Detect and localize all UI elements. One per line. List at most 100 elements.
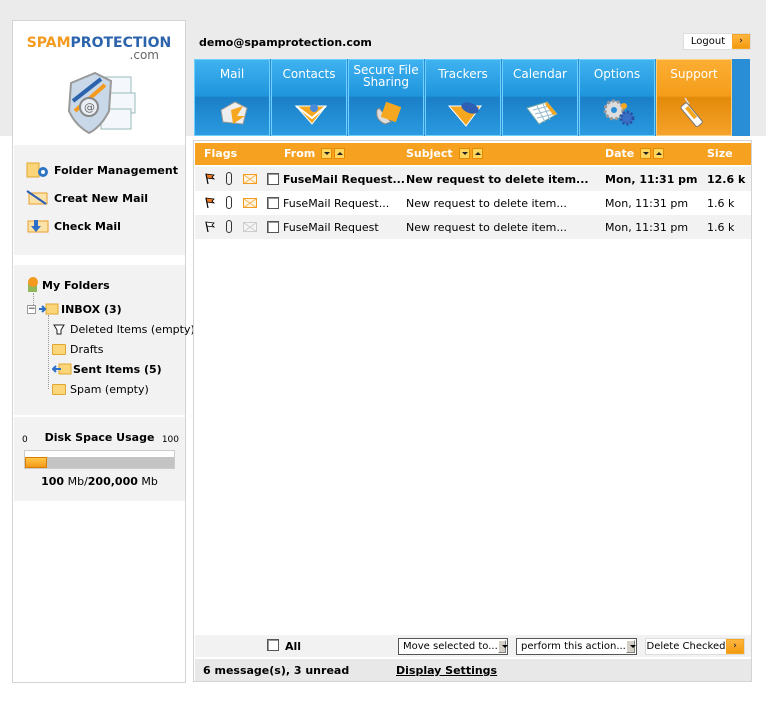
attachment-icon xyxy=(226,172,232,185)
select-all-label: All xyxy=(285,640,302,653)
folder-drafts[interactable]: Drafts xyxy=(52,341,103,357)
sort-asc-icon[interactable] xyxy=(334,148,346,159)
folder-icon xyxy=(52,383,66,395)
inbox-icon xyxy=(39,303,59,315)
disk-usage-text: 100 Mb/200,000 Mb xyxy=(14,475,185,488)
compose-mail-icon xyxy=(26,190,50,206)
tab-calendar[interactable]: Calendar xyxy=(502,59,578,136)
folder-management-label: Folder Management xyxy=(54,163,178,177)
tab-options[interactable]: Options xyxy=(579,59,655,136)
tab-trackers[interactable]: Trackers xyxy=(425,59,501,136)
envelope-read-icon xyxy=(243,222,257,232)
message-count-status: 6 message(s), 3 unread xyxy=(203,664,350,677)
tab-support[interactable]: Support xyxy=(656,59,732,136)
contacts-icon xyxy=(294,104,328,125)
perform-action-dropdown[interactable]: perform this action... xyxy=(516,638,637,655)
disk-total-unit: Mb xyxy=(141,475,158,488)
sort-desc-icon[interactable] xyxy=(458,148,470,159)
tab-secure-file-sharing[interactable]: Secure File Sharing xyxy=(348,59,424,136)
row-from: FuseMail Request... xyxy=(283,173,405,186)
row-checkbox[interactable] xyxy=(267,173,279,185)
row-checkbox[interactable] xyxy=(267,221,279,233)
perform-action-value: perform this action... xyxy=(521,641,626,652)
flag-icon[interactable] xyxy=(205,221,215,233)
col-size-label: Size xyxy=(707,147,733,160)
row-size: 1.6 k xyxy=(707,221,735,234)
envelope-icon xyxy=(243,198,257,208)
folder-inbox[interactable]: − INBOX (3) xyxy=(27,301,122,317)
sent-icon xyxy=(52,363,72,375)
tab-label-text: Secure File Sharing xyxy=(353,63,419,89)
folder-sent-items[interactable]: Sent Items (5) xyxy=(52,361,162,377)
tab-contacts[interactable]: Contacts xyxy=(271,59,347,136)
svg-text:@: @ xyxy=(84,101,95,114)
my-folders-label: My Folders xyxy=(42,278,110,292)
my-folders-panel: My Folders − INBOX (3) Deleted Items (em… xyxy=(14,265,195,415)
folder-spam[interactable]: Spam (empty) xyxy=(52,381,149,397)
my-folders-icon xyxy=(28,277,38,292)
display-settings-link[interactable]: Display Settings xyxy=(396,664,497,677)
bulk-actions-bar: All Move selected to... perform this act… xyxy=(195,635,751,657)
message-list-panel: Flags From Subject Date Size FuseMail Re… xyxy=(193,140,752,682)
attachment-icon xyxy=(226,220,232,233)
trash-icon xyxy=(53,324,65,335)
calendar-icon xyxy=(526,101,558,125)
folder-deleted-items[interactable]: Deleted Items (empty) xyxy=(52,321,195,337)
main-nav: Mail Contacts Secure File Sharing Tracke… xyxy=(194,59,750,136)
create-new-mail-link[interactable]: Creat New Mail xyxy=(26,189,148,207)
row-size: 12.6 k xyxy=(707,173,746,186)
mail-icon xyxy=(220,101,248,125)
logout-label: Logout xyxy=(690,36,726,47)
row-checkbox[interactable] xyxy=(267,197,279,209)
row-from: FuseMail Request... xyxy=(283,197,390,210)
check-mail-icon xyxy=(26,218,50,234)
collapse-icon[interactable]: − xyxy=(27,304,36,314)
sort-desc-icon[interactable] xyxy=(321,148,333,159)
folder-icon xyxy=(52,343,66,355)
tab-mail[interactable]: Mail xyxy=(194,59,270,136)
flag-icon[interactable] xyxy=(205,173,215,185)
flag-icon[interactable] xyxy=(205,197,215,209)
disk-max-label: 100 xyxy=(161,435,179,445)
logout-button[interactable]: Logout › xyxy=(683,33,751,50)
folder-label: Drafts xyxy=(70,342,104,356)
chevron-down-icon xyxy=(625,640,637,653)
table-row[interactable]: FuseMail Request... New request to delete… xyxy=(195,167,751,191)
move-selected-value: Move selected to... xyxy=(403,641,498,652)
tab-label: Secure File Sharing xyxy=(349,60,423,88)
check-mail-link[interactable]: Check Mail xyxy=(26,217,121,235)
folder-management-link[interactable]: Folder Management xyxy=(26,161,178,179)
row-subject: New request to delete item... xyxy=(406,197,567,210)
check-mail-label: Check Mail xyxy=(54,219,121,233)
folder-label: Deleted Items (empty) xyxy=(70,322,195,336)
sort-asc-icon[interactable] xyxy=(471,148,483,159)
col-date-label: Date xyxy=(605,147,635,160)
disk-usage-track xyxy=(25,457,174,468)
logo-text: SPAMPROTECTION xyxy=(13,35,185,51)
trackers-icon xyxy=(448,102,482,127)
sort-asc-icon[interactable] xyxy=(653,148,665,159)
shield-mail-icon: @ xyxy=(67,71,136,135)
table-row[interactable]: FuseMail Request... New request to delete… xyxy=(195,191,751,215)
disk-min-label: 0 xyxy=(22,435,28,445)
tab-label: Mail xyxy=(219,67,245,81)
sort-desc-icon[interactable] xyxy=(640,148,652,159)
table-row[interactable]: FuseMail Request New request to delete it… xyxy=(195,215,751,239)
row-subject: New request to delete item... xyxy=(406,173,589,186)
disk-usage-fill xyxy=(25,457,47,468)
arrow-right-icon: › xyxy=(726,639,744,654)
col-from[interactable]: From xyxy=(284,147,346,160)
user-email: demo@spamprotection.com xyxy=(199,36,372,49)
tab-label: Trackers xyxy=(438,67,488,81)
col-date[interactable]: Date xyxy=(605,147,665,160)
folder-management-icon xyxy=(26,162,50,178)
delete-checked-button[interactable]: Delete Checked › xyxy=(645,638,745,655)
select-all-checkbox[interactable] xyxy=(267,639,279,651)
col-flags-label: Flags xyxy=(204,147,238,160)
disk-usage-title: Disk Space Usage xyxy=(44,431,155,444)
row-date: Mon, 11:31 pm xyxy=(605,197,689,210)
disk-usage-bar xyxy=(24,450,175,469)
col-subject[interactable]: Subject xyxy=(406,147,483,160)
envelope-icon xyxy=(243,174,257,184)
move-selected-dropdown[interactable]: Move selected to... xyxy=(398,638,509,655)
